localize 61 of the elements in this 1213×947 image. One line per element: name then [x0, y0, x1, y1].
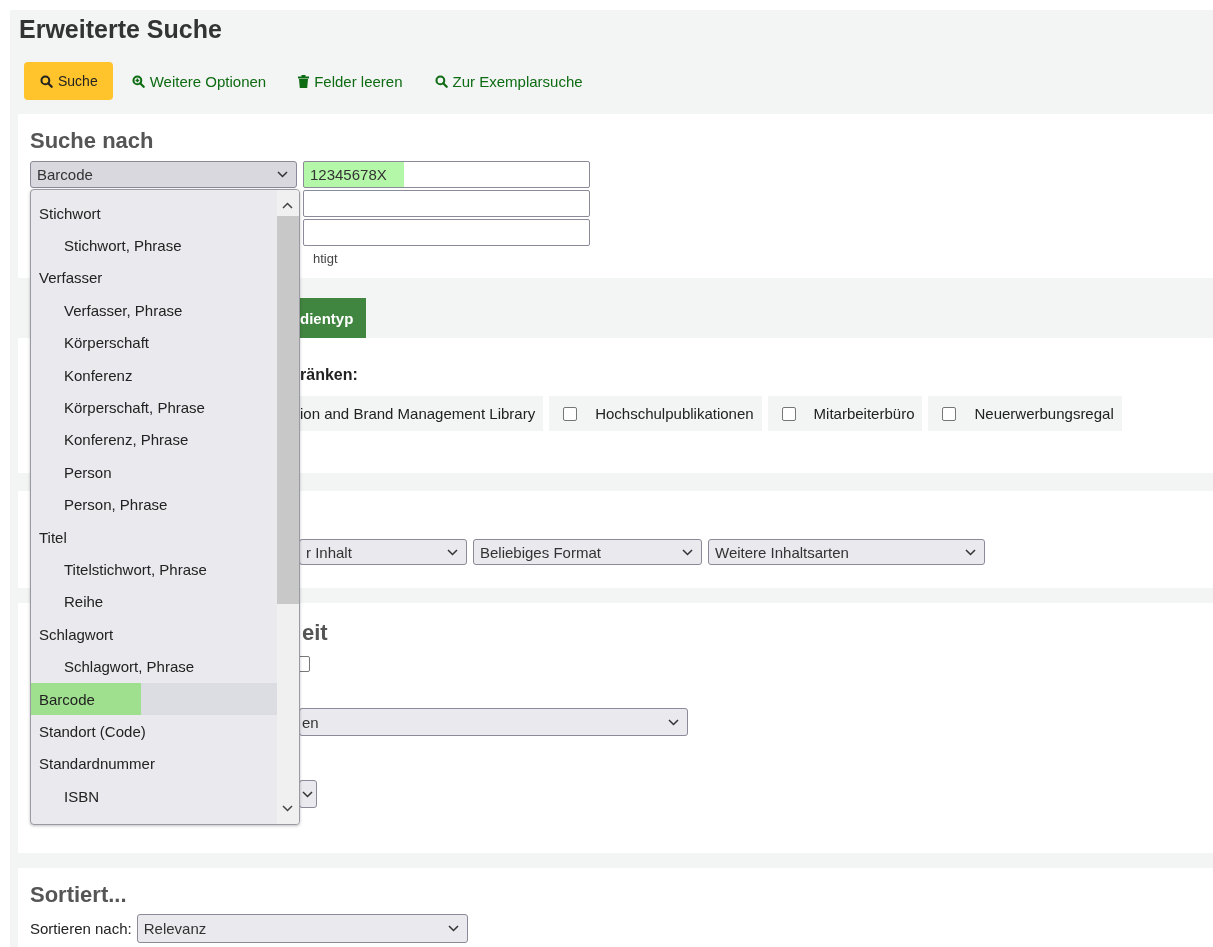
search-term-field[interactable]: 12345678X: [303, 161, 590, 188]
period-select[interactable]: en: [299, 708, 688, 736]
tab[interactable]: dientyp: [299, 298, 367, 338]
search-term-field[interactable]: [303, 219, 590, 246]
dropdown-option[interactable]: Titel: [31, 520, 277, 554]
dropdown-option[interactable]: Barcode: [31, 682, 277, 716]
dropdown-option[interactable]: Körperschaft, Phrase: [31, 391, 277, 424]
dropdown-option[interactable]: Verfasser, Phrase: [31, 294, 277, 327]
section-heading: eit: [302, 620, 329, 646]
dropdown-option[interactable]: Konferenz, Phrase: [31, 423, 277, 457]
checkbox[interactable]: [563, 406, 578, 421]
location-option[interactable]: Hochschulpublikationen: [549, 396, 762, 431]
location-option[interactable]: Neuerwerbungsregal: [928, 396, 1122, 431]
scroll-up-icon[interactable]: [282, 202, 293, 209]
dropdown-option[interactable]: Stichwort: [31, 197, 277, 230]
dropdown-option[interactable]: Reihe: [31, 585, 277, 619]
page-title: Erweiterte Suche: [18, 14, 223, 45]
scrollbar-thumb[interactable]: [277, 216, 299, 604]
toolbar-button[interactable]: Weitere Optionen: [118, 62, 280, 100]
dropdown-option[interactable]: ISBN: [31, 780, 277, 813]
checkbox[interactable]: [942, 406, 957, 421]
dropdown-option[interactable]: Standardnummer: [31, 747, 277, 781]
zoom-in-icon: [131, 74, 145, 88]
dropdown-option[interactable]: Person: [31, 456, 277, 489]
dropdown-option[interactable]: Stichwort, Phrase: [31, 229, 277, 262]
dropdown-option[interactable]: Schlagwort: [31, 618, 277, 651]
chevron-icon: [682, 548, 693, 556]
chevron-icon: [447, 548, 458, 556]
dropdown-option[interactable]: Titelstichwort, Phrase: [31, 553, 277, 586]
dropdown-option[interactable]: Körperschaft: [31, 326, 277, 359]
index-select[interactable]: Barcode: [30, 161, 297, 188]
search-icon: [434, 74, 448, 88]
toolbar-button[interactable]: Felder leeren: [285, 62, 416, 100]
dropdown-option[interactable]: Person, Phrase: [31, 488, 277, 521]
dropdown-option[interactable]: Standort (Code): [31, 715, 277, 748]
hint-text: htigt: [313, 251, 339, 266]
dropdown-option[interactable]: Schlagwort, Phrase: [31, 650, 277, 683]
trash-icon: [298, 74, 310, 88]
sort-select[interactable]: Relevanz: [136, 914, 468, 943]
chevron-icon: [447, 925, 459, 932]
checkbox[interactable]: [781, 406, 796, 421]
chevron-icon: [965, 548, 976, 556]
chevron-icon: [277, 171, 288, 178]
type-select[interactable]: Weitere Inhaltsarten: [708, 539, 985, 565]
type-select[interactable]: Beliebiges Format: [473, 539, 702, 565]
type-select[interactable]: r Inhalt: [299, 539, 467, 565]
chevron-icon: [302, 790, 313, 798]
scroll-down-icon[interactable]: [282, 805, 293, 812]
scrollbar[interactable]: [277, 190, 299, 824]
chevron-icon: [668, 718, 679, 726]
section-heading: Sortiert...: [30, 882, 128, 909]
toolbar-button[interactable]: Zur Exemplarsuche: [421, 62, 596, 100]
search-icon: [40, 74, 53, 88]
search-term-field[interactable]: [303, 190, 590, 217]
dropdown-option[interactable]: Verfasser: [31, 261, 277, 295]
section-heading: Suche nach: [30, 128, 155, 155]
section-heading: ränken:: [300, 366, 359, 384]
location-option[interactable]: Mitarbeiterbüro: [767, 396, 923, 431]
sort-label: Sortieren nach:: [30, 920, 132, 937]
dropdown-option[interactable]: Konferenz: [31, 358, 277, 392]
toolbar-button[interactable]: Suche: [24, 62, 113, 100]
